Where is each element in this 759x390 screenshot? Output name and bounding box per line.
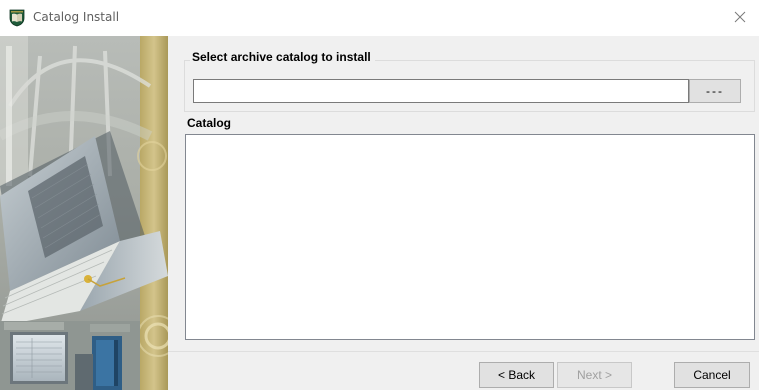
next-button[interactable]: Next > (557, 362, 632, 388)
close-icon (734, 11, 746, 23)
catalog-group-title: Catalog (185, 116, 236, 130)
archive-path-input[interactable] (193, 79, 689, 103)
wizard-content: Select archive catalog to install --- Ca… (168, 36, 759, 390)
shield-book-icon (8, 9, 26, 27)
button-separator (168, 351, 759, 352)
archive-group-title: Select archive catalog to install (190, 50, 375, 64)
catalog-list[interactable] (185, 134, 755, 340)
window-title: Catalog Install (33, 10, 120, 24)
back-button[interactable]: < Back (479, 362, 554, 388)
cancel-button[interactable]: Cancel (674, 362, 750, 388)
wizard-side-illustration (0, 36, 168, 390)
title-bar: Catalog Install (0, 0, 759, 36)
browse-button[interactable]: --- (689, 79, 741, 103)
close-button[interactable] (729, 6, 751, 28)
